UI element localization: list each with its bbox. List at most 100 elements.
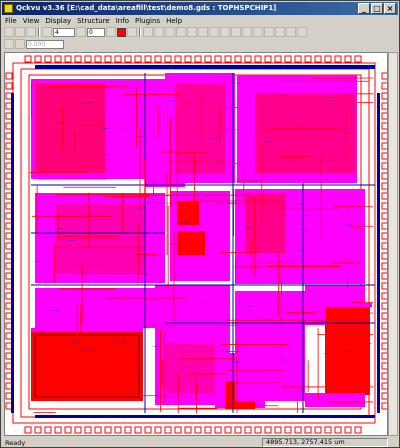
bond-pad bbox=[214, 426, 222, 434]
window-title: Qckvu v3.36 [E:\cad_data\areafill\test\d… bbox=[16, 4, 277, 12]
bond-pad bbox=[74, 426, 82, 434]
menu-plugins[interactable]: Plugins bbox=[135, 17, 160, 25]
bond-pad bbox=[34, 55, 42, 63]
bond-pad bbox=[144, 55, 152, 63]
bond-pad bbox=[94, 55, 102, 63]
vertical-scrollbar[interactable] bbox=[388, 52, 398, 436]
bond-pad bbox=[164, 55, 172, 63]
bond-pad bbox=[344, 426, 352, 434]
bond-pad bbox=[264, 55, 272, 63]
bond-pad bbox=[294, 55, 302, 63]
settings-icon[interactable] bbox=[286, 27, 296, 37]
pan-icon[interactable] bbox=[198, 27, 208, 37]
bond-pad bbox=[54, 55, 62, 63]
resize-grip-icon[interactable] bbox=[388, 438, 398, 447]
bond-pad bbox=[174, 426, 182, 434]
zoom-in-icon[interactable] bbox=[165, 27, 175, 37]
bond-pad bbox=[144, 426, 152, 434]
bond-pad bbox=[214, 55, 222, 63]
folder-icon[interactable] bbox=[4, 39, 14, 49]
bond-pad bbox=[84, 55, 92, 63]
bond-pad bbox=[134, 55, 142, 63]
bond-pad bbox=[54, 426, 62, 434]
bond-pad bbox=[244, 55, 252, 63]
depth-field[interactable]: 0 bbox=[87, 27, 105, 37]
toolbar-separator bbox=[38, 27, 40, 37]
bond-pad bbox=[344, 55, 352, 63]
print-icon[interactable] bbox=[26, 27, 36, 37]
bond-pad bbox=[264, 426, 272, 434]
help-icon[interactable] bbox=[297, 27, 307, 37]
bond-pad bbox=[324, 55, 332, 63]
chip-layout-drawing bbox=[5, 55, 387, 434]
minimize-button[interactable]: _ bbox=[358, 3, 370, 14]
bond-pad bbox=[234, 426, 242, 434]
bond-pad bbox=[84, 426, 92, 434]
layers-icon[interactable] bbox=[220, 27, 230, 37]
menu-help[interactable]: Help bbox=[166, 17, 182, 25]
toolbar-separator bbox=[139, 27, 141, 37]
value-field[interactable]: 0.000 bbox=[26, 39, 64, 49]
bond-pad bbox=[304, 55, 312, 63]
bond-pad bbox=[334, 426, 342, 434]
zoom-out-icon[interactable] bbox=[176, 27, 186, 37]
bond-pad bbox=[354, 55, 362, 63]
bond-pad bbox=[124, 426, 132, 434]
color-swatch[interactable] bbox=[117, 27, 126, 37]
bond-pad bbox=[64, 55, 72, 63]
bond-pad bbox=[74, 55, 82, 63]
bond-pad bbox=[184, 55, 192, 63]
layout-canvas[interactable] bbox=[4, 52, 388, 436]
bond-pad bbox=[184, 426, 192, 434]
bond-pad bbox=[304, 426, 312, 434]
bond-pad bbox=[224, 55, 232, 63]
menu-view[interactable]: View bbox=[23, 17, 40, 25]
fit-icon[interactable] bbox=[187, 27, 197, 37]
level-field[interactable]: 4 bbox=[53, 27, 75, 37]
bond-pad bbox=[324, 426, 332, 434]
zoom-icon[interactable] bbox=[154, 27, 164, 37]
window-controls: _ □ × bbox=[358, 3, 396, 14]
title-bar[interactable]: Qckvu v3.36 [E:\cad_data\areafill\test\d… bbox=[2, 2, 398, 15]
ruler-icon[interactable] bbox=[209, 27, 219, 37]
pointer-icon[interactable] bbox=[143, 27, 153, 37]
spin-icon[interactable] bbox=[106, 27, 116, 37]
spin-icon[interactable] bbox=[76, 27, 86, 37]
bond-pad bbox=[154, 426, 162, 434]
marker-icon[interactable] bbox=[15, 39, 25, 49]
save-icon[interactable] bbox=[15, 27, 25, 37]
bond-pad bbox=[5, 72, 13, 80]
status-bar: Ready 4895.713, 2757.415 um bbox=[2, 437, 398, 448]
close-button[interactable]: × bbox=[384, 3, 396, 14]
bond-pad bbox=[204, 55, 212, 63]
bond-pad bbox=[44, 426, 52, 434]
app-window: Qckvu v3.36 [E:\cad_data\areafill\test\d… bbox=[0, 0, 400, 448]
bond-pad bbox=[294, 426, 302, 434]
bond-pad bbox=[94, 426, 102, 434]
menu-info[interactable]: Info bbox=[116, 17, 129, 25]
stop-icon[interactable] bbox=[264, 27, 274, 37]
grid-icon[interactable] bbox=[242, 27, 252, 37]
bond-pad bbox=[5, 82, 13, 90]
bond-pad bbox=[314, 55, 322, 63]
filter-icon[interactable] bbox=[42, 27, 52, 37]
bond-pad bbox=[254, 426, 262, 434]
cell-icon[interactable] bbox=[231, 27, 241, 37]
bond-pad bbox=[134, 426, 142, 434]
main-toolbar: 4 0 bbox=[2, 26, 398, 38]
bond-pad bbox=[244, 426, 252, 434]
menu-display[interactable]: Display bbox=[45, 17, 71, 25]
bond-pad bbox=[154, 55, 162, 63]
bond-pad bbox=[24, 426, 32, 434]
menu-structure[interactable]: Structure bbox=[77, 17, 110, 25]
bond-pad bbox=[104, 426, 112, 434]
maximize-button[interactable]: □ bbox=[371, 3, 383, 14]
bond-pad bbox=[174, 55, 182, 63]
select-icon[interactable] bbox=[127, 27, 137, 37]
refresh-icon[interactable] bbox=[253, 27, 263, 37]
open-icon[interactable] bbox=[4, 27, 14, 37]
find-icon[interactable] bbox=[275, 27, 285, 37]
menu-file[interactable]: File bbox=[5, 17, 17, 25]
bond-pad bbox=[194, 426, 202, 434]
bond-pad bbox=[204, 426, 212, 434]
